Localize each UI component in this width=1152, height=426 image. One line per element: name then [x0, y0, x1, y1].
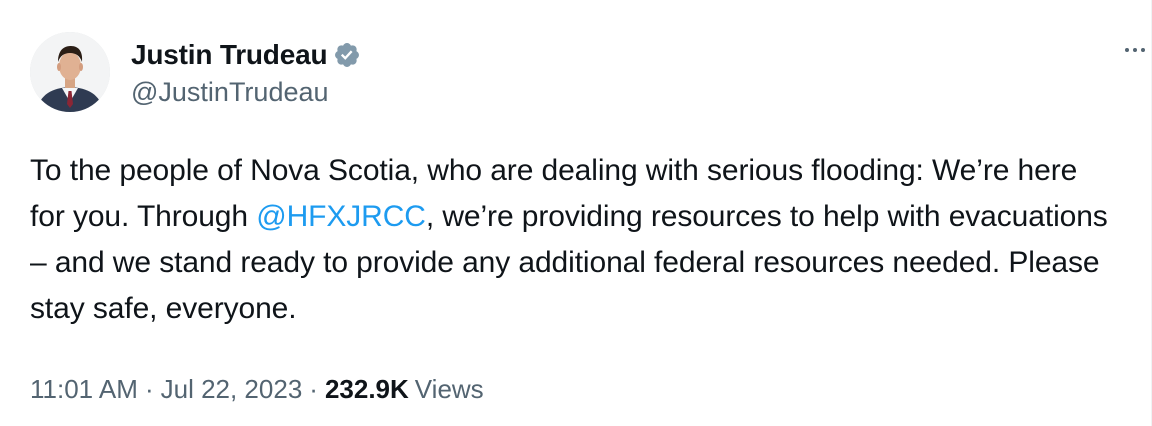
- user-handle[interactable]: @JustinTrudeau: [131, 77, 361, 108]
- mention-link[interactable]: @HFXJRCC: [256, 200, 426, 233]
- verified-badge-icon[interactable]: [333, 41, 361, 69]
- ellipsis-icon: [1125, 48, 1145, 52]
- tweet-header: Justin Trudeau @JustinTrudeau: [30, 30, 361, 114]
- tweet-time[interactable]: 11:01 AM: [30, 374, 138, 405]
- meta-separator: ·: [309, 374, 318, 404]
- more-options-button[interactable]: [1120, 38, 1150, 62]
- tweet-date[interactable]: Jul 22, 2023: [161, 374, 303, 405]
- profile-photo-icon: [30, 32, 110, 112]
- views-label: Views: [414, 374, 484, 404]
- display-name[interactable]: Justin Trudeau: [131, 39, 328, 71]
- name-row: Justin Trudeau: [131, 37, 361, 73]
- meta-separator: ·: [144, 374, 154, 404]
- avatar[interactable]: [30, 32, 110, 112]
- tweet-card: Justin Trudeau @JustinTrudeau To the peo…: [0, 0, 1152, 426]
- user-block: Justin Trudeau @JustinTrudeau: [131, 37, 361, 108]
- views-count[interactable]: 232.9K: [325, 374, 409, 405]
- tweet-meta: 11:01 AM · Jul 22, 2023 · 232.9K Views: [30, 374, 484, 405]
- tweet-text: To the people of Nova Scotia, who are de…: [30, 148, 1120, 332]
